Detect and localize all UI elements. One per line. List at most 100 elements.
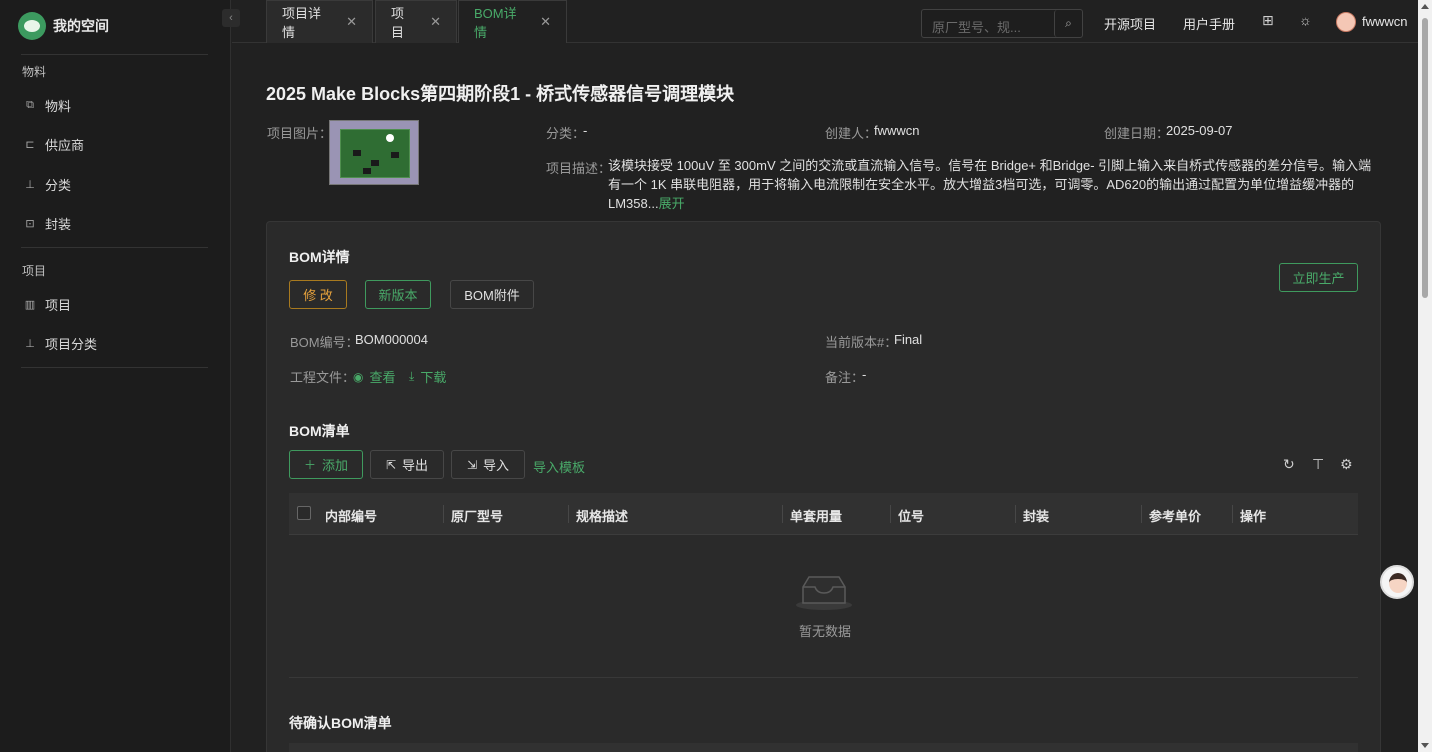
category-label: 分类：: [546, 126, 586, 141]
sidebar-item-label: 物料: [45, 99, 72, 114]
tab-project-detail[interactable]: 项目详情 ✕: [266, 0, 373, 43]
bom-list-title: BOM清单: [289, 423, 350, 439]
divider: [21, 247, 208, 248]
chip: [371, 160, 379, 166]
download-link[interactable]: ⤓ 下载: [409, 367, 446, 386]
column-header[interactable]: 原厂型号: [451, 506, 503, 525]
divider: [21, 54, 208, 55]
user-manual-link[interactable]: 用户手册: [1183, 14, 1235, 33]
column-separator: [890, 505, 891, 523]
download-label: 下载: [420, 370, 447, 385]
chip: [363, 168, 371, 174]
import-icon: ⇲: [466, 457, 478, 472]
import-button[interactable]: ⇲ 导入: [451, 450, 525, 479]
add-button[interactable]: ＋ 添加: [289, 450, 363, 479]
sidebar-item-label: 供应商: [45, 138, 85, 153]
remark-value: -: [862, 367, 867, 382]
sidebar-item-categories[interactable]: ⊥ 分类: [24, 175, 71, 194]
bom-attachment-button[interactable]: BOM附件: [450, 280, 534, 309]
creator-value: fwwwcn: [874, 123, 920, 138]
pending-table-header: [289, 743, 1358, 752]
scroll-up-icon[interactable]: [1421, 4, 1429, 9]
edit-button[interactable]: 修 改: [289, 280, 347, 309]
divider: [21, 367, 208, 368]
new-version-label: 新版本: [378, 288, 418, 303]
refresh-icon[interactable]: ↻: [1283, 456, 1295, 473]
plus-icon: ＋: [303, 458, 316, 472]
import-template-link[interactable]: 导入模板: [533, 457, 585, 476]
remark-label: 备注：: [825, 370, 865, 385]
sidebar-item-packages[interactable]: ⊡ 封装: [24, 214, 71, 233]
expand-link[interactable]: 展开: [659, 196, 685, 211]
scroll-down-icon[interactable]: [1421, 743, 1429, 748]
username[interactable]: fwwwcn: [1362, 14, 1408, 29]
version-value: Final: [894, 332, 923, 347]
bom-number-value: BOM000004: [355, 332, 428, 347]
bom-number-label: BOM编号：: [290, 335, 359, 350]
sidebar-item-materials[interactable]: ⧉ 物料: [24, 96, 71, 115]
open-source-link[interactable]: 开源项目: [1104, 14, 1156, 33]
close-icon[interactable]: ✕: [540, 14, 551, 30]
copy-icon: ⧉: [26, 99, 34, 111]
sidebar-item-suppliers[interactable]: ⊏ 供应商: [24, 135, 84, 154]
project-image[interactable]: [329, 120, 419, 185]
column-separator: [1015, 505, 1016, 523]
column-header[interactable]: 位号: [898, 506, 924, 525]
image-label: 项目图片：: [267, 126, 333, 141]
empty-text: 暂无数据: [799, 624, 852, 639]
tab-label: 项目详情: [282, 6, 322, 40]
column-header: 操作: [1240, 509, 1267, 524]
column-header[interactable]: 单套用量: [790, 506, 842, 525]
scrollbar-thumb[interactable]: [1422, 18, 1428, 298]
view-link[interactable]: ◉ 查看: [353, 367, 396, 386]
select-all-checkbox[interactable]: [297, 506, 311, 520]
column-header[interactable]: 封装: [1023, 506, 1049, 525]
eye-icon: ◉: [353, 369, 364, 384]
brand-logo[interactable]: 我的空间: [18, 12, 109, 40]
description-label: 项目描述：: [546, 161, 612, 176]
column-header[interactable]: 规格描述: [576, 506, 628, 525]
scrollbar[interactable]: [1418, 0, 1432, 752]
page-title: 2025 Make Blocks第四期阶段1 - 桥式传感器信号调理模块: [266, 84, 735, 104]
pending-bom-title: 待确认BOM清单: [289, 715, 392, 731]
link-icon: ⊏: [25, 139, 35, 151]
produce-now-button[interactable]: 立即生产: [1279, 263, 1358, 292]
chip: [353, 150, 361, 156]
search-icon[interactable]: ⌕: [1054, 10, 1082, 37]
sun-icon[interactable]: ☼: [1299, 12, 1312, 28]
new-version-button[interactable]: 新版本: [365, 280, 431, 309]
add-label: 添加: [322, 458, 349, 473]
project-files-label: 工程文件：: [290, 370, 356, 385]
tab-label: 项目: [391, 6, 405, 40]
sidebar-item-projects[interactable]: ▥ 项目: [24, 295, 71, 314]
top-bar: 项目详情 ✕ 项目 ✕ BOM详情 ✕ 原厂型号、规... ⌕ 开源项目 用户手…: [232, 0, 1418, 43]
translate-icon[interactable]: ⊞: [1262, 12, 1274, 29]
sidebar: 我的空间 物料 ⧉ 物料 ⊏ 供应商 ⊥ 分类 ⊡ 封装 项目 ▥ 项目 ⊥ 项…: [0, 0, 231, 752]
created-date-value: 2025-09-07: [1166, 123, 1233, 138]
search-input[interactable]: 原厂型号、规... ⌕: [921, 9, 1083, 38]
column-header[interactable]: 参考单价: [1149, 506, 1201, 525]
export-button[interactable]: ⇱ 导出: [370, 450, 444, 479]
tab-bom-detail[interactable]: BOM详情 ✕: [458, 0, 567, 43]
close-icon[interactable]: ✕: [430, 14, 441, 30]
tab-projects[interactable]: 项目 ✕: [375, 0, 457, 43]
export-icon: ⇱: [385, 457, 397, 472]
led: [386, 134, 394, 142]
gear-icon[interactable]: ⚙: [1340, 456, 1353, 473]
description-text: 该模块接受 100uV 至 300mV 之间的交流或直流输入信号。信号在 Bri…: [608, 158, 1372, 211]
creator-label: 创建人：: [825, 126, 878, 141]
column-separator: [1141, 505, 1142, 523]
close-icon[interactable]: ✕: [346, 14, 357, 30]
column-separator: [782, 505, 783, 523]
sidebar-item-project-categories[interactable]: ⊥ 项目分类: [24, 334, 97, 353]
search-placeholder: 原厂型号、规...: [932, 20, 1021, 35]
brand-name: 我的空间: [53, 18, 109, 34]
assistant-avatar[interactable]: [1380, 565, 1414, 599]
column-header[interactable]: 内部编号: [325, 506, 377, 525]
produce-now-label: 立即生产: [1292, 271, 1345, 286]
category-value: -: [583, 123, 588, 138]
bom-table-header: 内部编号 原厂型号 规格描述 单套用量 位号 封装 参考单价 操作: [289, 493, 1358, 535]
sidebar-item-label: 项目: [45, 298, 72, 313]
avatar[interactable]: [1336, 12, 1356, 32]
column-height-icon[interactable]: ⊤: [1312, 456, 1324, 473]
